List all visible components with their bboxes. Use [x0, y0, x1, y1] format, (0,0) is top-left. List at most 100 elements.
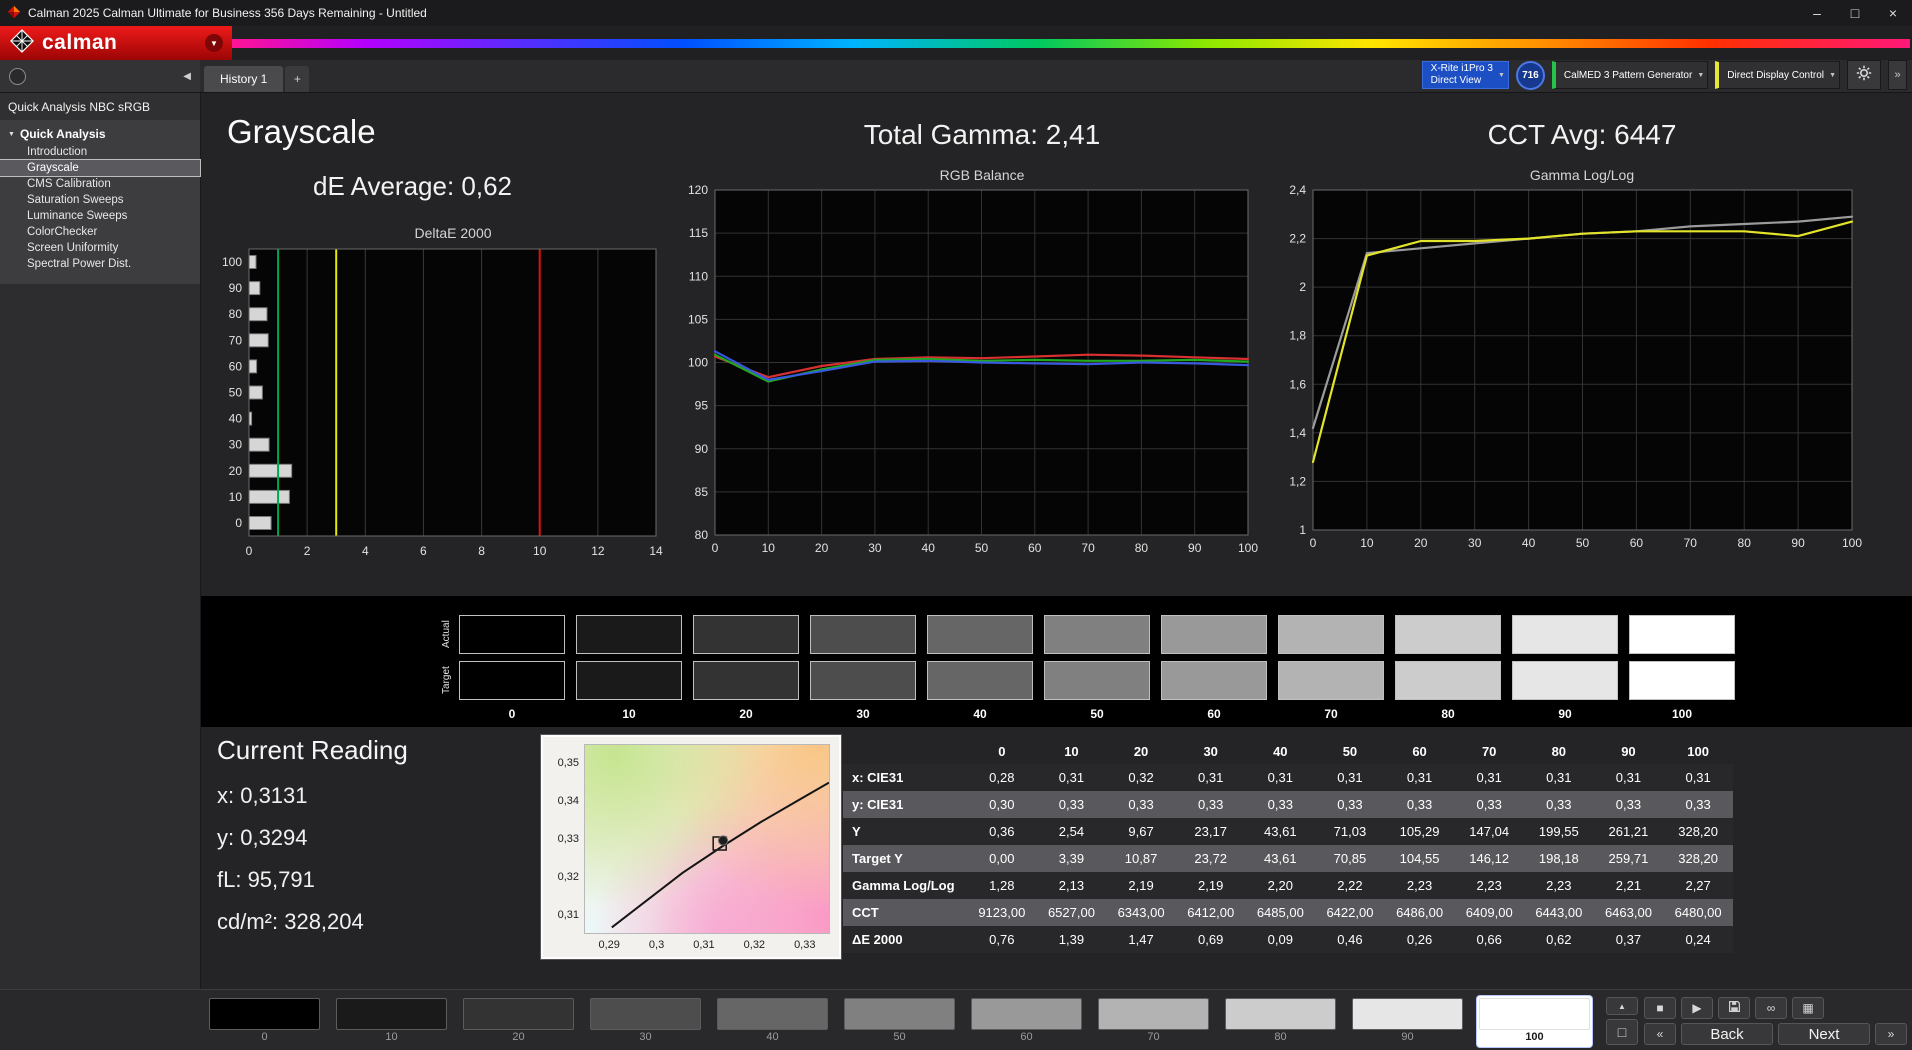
pattern-generator-button[interactable]: CalMED 3 Pattern Generator ▼ — [1552, 61, 1708, 89]
cct-average-readout: CCT Avg: 6447 — [1347, 119, 1817, 151]
strip-label-50: 50 — [1044, 707, 1150, 721]
save-icon — [1728, 1000, 1741, 1016]
cie-plot — [584, 744, 830, 934]
patch-button-60[interactable]: 60 — [969, 996, 1084, 1047]
svg-text:60: 60 — [1630, 536, 1644, 550]
patch-button-90[interactable]: 90 — [1350, 996, 1465, 1047]
play-button[interactable]: ▶ — [1681, 997, 1713, 1019]
back-button[interactable]: Back — [1681, 1023, 1773, 1045]
pattern-window-button[interactable]: □ — [1606, 1019, 1638, 1045]
tab-history-1[interactable]: History 1 — [204, 66, 283, 92]
patch-button-10[interactable]: 10 — [334, 996, 449, 1047]
svg-text:30: 30 — [1468, 536, 1482, 550]
sidebar-item-cms-calibration[interactable]: CMS Calibration — [0, 176, 200, 192]
save-button[interactable] — [1718, 997, 1750, 1019]
patch-button-0[interactable]: 0 — [207, 996, 322, 1047]
collapse-sidebar-button[interactable]: ◀ — [183, 71, 191, 82]
maximize-button[interactable]: □ — [1836, 0, 1874, 26]
session-menu-icon[interactable] — [9, 68, 26, 85]
svg-text:1,8: 1,8 — [1289, 329, 1306, 343]
table-col-header-90: 90 — [1594, 738, 1664, 764]
minimize-button[interactable]: – — [1798, 0, 1836, 26]
tree-root-quick-analysis[interactable]: ▼Quick Analysis — [0, 124, 200, 144]
svg-text:10: 10 — [762, 541, 776, 555]
svg-text:100: 100 — [688, 356, 708, 370]
target-patch-40 — [927, 661, 1033, 700]
svg-text:105: 105 — [688, 312, 708, 326]
transport-controls: ▲ □ ■ ▶ ∞ ▦ « Back — [1606, 997, 1907, 1045]
svg-text:40: 40 — [1522, 536, 1536, 550]
table-header-row: 0102030405060708090100 — [843, 738, 1733, 764]
patch-level-up-button[interactable]: ▲ — [1606, 997, 1638, 1015]
svg-text:10: 10 — [1360, 536, 1374, 550]
add-tab-button[interactable]: + — [285, 66, 309, 92]
meter-count-badge[interactable]: 716 — [1516, 61, 1545, 90]
calman-app: Calman 2025 Calman Ultimate for Business… — [0, 0, 1912, 1050]
skip-forward-button[interactable]: » — [1875, 1023, 1907, 1045]
patch-button-80[interactable]: 80 — [1223, 996, 1338, 1047]
display-control-button[interactable]: Direct Display Control ▼ — [1715, 61, 1840, 89]
svg-text:1: 1 — [1299, 523, 1306, 537]
actual-patch-30 — [810, 615, 916, 654]
svg-text:10: 10 — [533, 544, 547, 558]
cie-x-tick: 0,33 — [794, 939, 815, 951]
sidebar-item-luminance-sweeps[interactable]: Luminance Sweeps — [0, 208, 200, 224]
meter-device-button[interactable]: X-Rite i1Pro 3 Direct View ▼ — [1422, 61, 1509, 89]
patch-button-40[interactable]: 40 — [715, 996, 830, 1047]
table-col-header-0: 0 — [967, 738, 1037, 764]
svg-text:0: 0 — [712, 541, 719, 555]
patch-swatch — [1352, 998, 1463, 1030]
svg-text:95: 95 — [695, 399, 709, 413]
patch-button-label: 90 — [1352, 1030, 1463, 1045]
skip-back-button[interactable]: « — [1644, 1023, 1676, 1045]
grayscale-ramp-strip: Actual Target 0102030405060708090100 — [201, 596, 1912, 727]
actual-patch-20 — [693, 615, 799, 654]
chevron-down-icon[interactable]: ▼ — [205, 34, 223, 52]
next-button[interactable]: Next — [1778, 1023, 1870, 1045]
sidebar-item-screen-uniformity[interactable]: Screen Uniformity — [0, 240, 200, 256]
calman-menu-button[interactable]: calman ▼ — [0, 26, 232, 60]
sidebar-item-colorchecker[interactable]: ColorChecker — [0, 224, 200, 240]
actual-patch-10 — [576, 615, 682, 654]
reading-x: x: 0,3131 — [217, 783, 308, 809]
patch-button-30[interactable]: 30 — [588, 996, 703, 1047]
svg-text:60: 60 — [1028, 541, 1042, 555]
table-row-y: Y0,362,549,6723,1743,6171,03105,29147,04… — [843, 818, 1733, 845]
sidebar-item-saturation-sweeps[interactable]: Saturation Sweeps — [0, 192, 200, 208]
target-row-label: Target — [441, 661, 455, 700]
svg-text:110: 110 — [689, 269, 708, 283]
patch-button-20[interactable]: 20 — [461, 996, 576, 1047]
cie-x-tick: 0,32 — [744, 939, 765, 951]
sidebar-item-introduction[interactable]: Introduction — [0, 144, 200, 160]
sidebar-item-grayscale[interactable]: Grayscale — [0, 160, 200, 176]
stop-button[interactable]: ■ — [1644, 997, 1676, 1019]
patch-swatch — [844, 998, 955, 1030]
target-patch-100 — [1629, 661, 1735, 700]
collapse-right-panel-button[interactable]: » — [1888, 60, 1907, 90]
patch-button-label: 50 — [844, 1030, 955, 1045]
de-average-readout: dE Average: 0,62 — [313, 171, 512, 202]
stop-icon: ■ — [1656, 1001, 1663, 1015]
patch-button-100[interactable]: 100 — [1477, 996, 1592, 1047]
pattern-grid-button[interactable]: ▦ — [1792, 997, 1824, 1019]
rgb-balance-chart: 0102030405060708090100808590951001051101… — [679, 185, 1258, 562]
svg-text:0: 0 — [246, 544, 253, 558]
svg-text:90: 90 — [229, 281, 243, 295]
patch-button-50[interactable]: 50 — [842, 996, 957, 1047]
settings-gear-button[interactable] — [1847, 60, 1881, 90]
table-col-header-40: 40 — [1246, 738, 1316, 764]
actual-patch-50 — [1044, 615, 1150, 654]
cie-y-tick: 0,34 — [558, 795, 579, 807]
actual-patch-70 — [1278, 615, 1384, 654]
svg-text:0: 0 — [235, 516, 242, 530]
target-patch-0 — [459, 661, 565, 700]
svg-text:50: 50 — [1576, 536, 1590, 550]
sidebar-item-spectral-power-dist[interactable]: Spectral Power Dist. — [0, 256, 200, 272]
svg-text:1,6: 1,6 — [1289, 377, 1306, 391]
close-button[interactable]: × — [1874, 0, 1912, 26]
table-col-header-70: 70 — [1454, 738, 1524, 764]
continuous-read-button[interactable]: ∞ — [1755, 997, 1787, 1019]
patch-button-label: 10 — [336, 1030, 447, 1045]
patch-button-70[interactable]: 70 — [1096, 996, 1211, 1047]
play-icon: ▶ — [1692, 1001, 1701, 1015]
